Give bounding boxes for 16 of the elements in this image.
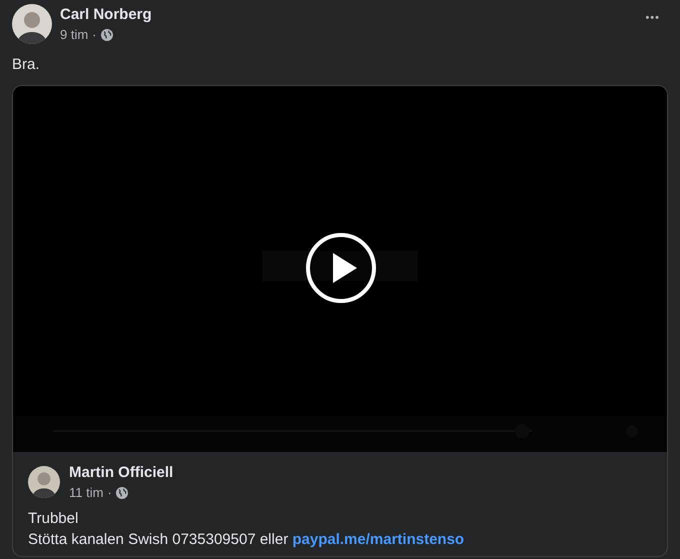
- post-time[interactable]: 9 tim: [60, 27, 88, 42]
- globe-icon: [116, 486, 128, 498]
- author-name[interactable]: Carl Norberg: [60, 6, 152, 23]
- avatar[interactable]: [28, 466, 60, 498]
- avatar[interactable]: [12, 4, 52, 44]
- separator-dot: ·: [107, 485, 112, 500]
- author-name[interactable]: Martin Officiell: [69, 464, 174, 481]
- separator-dot: ·: [92, 27, 97, 42]
- more-options-button[interactable]: •••: [639, 4, 666, 32]
- shared-title: Trubbel: [28, 510, 80, 527]
- play-icon[interactable]: [305, 232, 377, 304]
- post-text: Bra.: [12, 56, 41, 73]
- post-time[interactable]: 11 tim: [69, 485, 104, 500]
- shared-description: Stötta kanalen Swish 0735309507 eller paypal.me/martinstenso: [28, 531, 466, 548]
- paypal-link[interactable]: paypal.me/martinstenso: [292, 531, 464, 548]
- globe-icon: [100, 28, 113, 40]
